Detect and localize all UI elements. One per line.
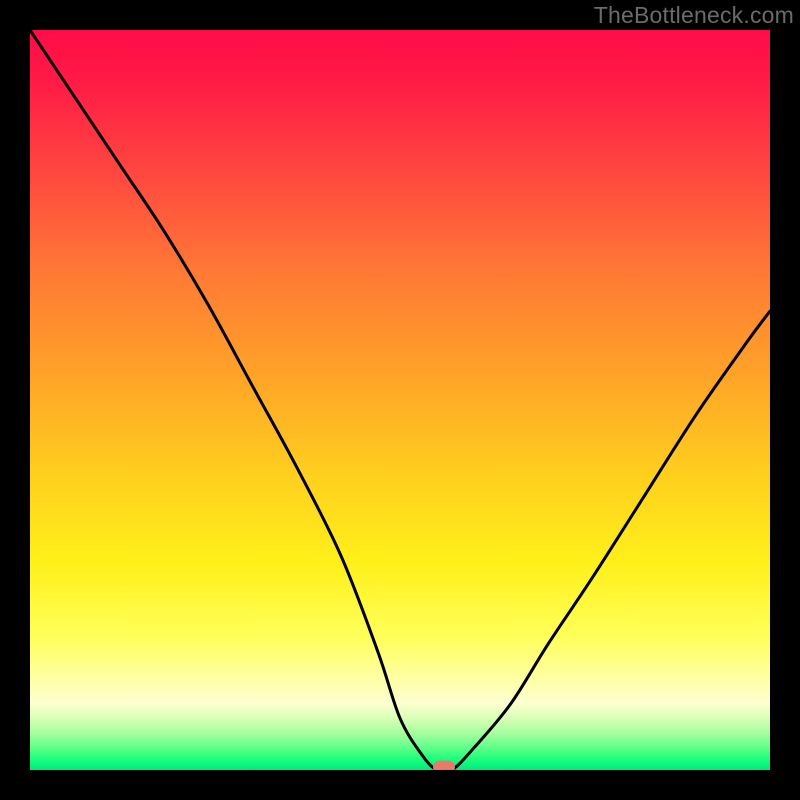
plot-area xyxy=(30,30,770,770)
curve-svg xyxy=(30,30,770,770)
chart-frame: TheBottleneck.com xyxy=(0,0,800,800)
optimal-point-marker xyxy=(433,761,455,771)
watermark-text: TheBottleneck.com xyxy=(594,2,794,29)
bottleneck-curve xyxy=(30,30,770,770)
